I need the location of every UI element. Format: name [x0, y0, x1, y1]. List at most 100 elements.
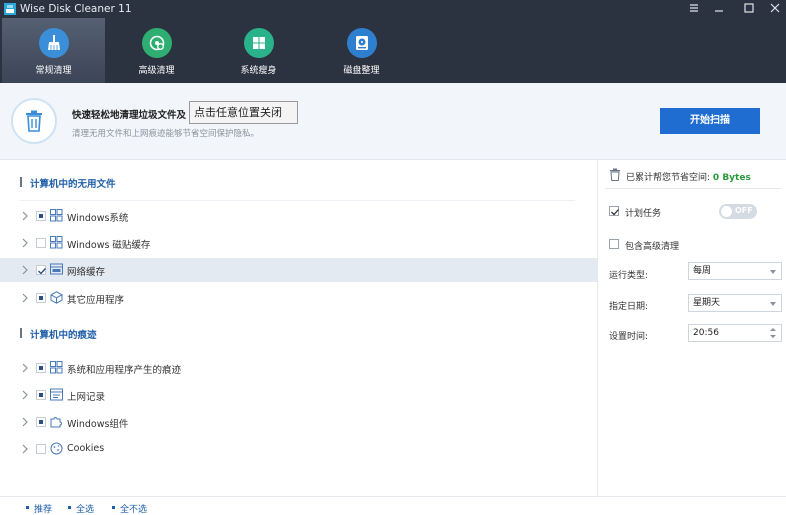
saved-space-value: 0 Bytes	[712, 173, 751, 183]
footer-bar: 推荐 全选 全不选	[0, 496, 786, 515]
chevron-right-icon[interactable]	[21, 238, 29, 248]
minimize-button[interactable]	[708, 1, 730, 17]
main-nav: 常规清理 高级清理 系统瘦身 磁盘整理	[0, 18, 786, 83]
item-label: 网络缓存	[67, 267, 106, 278]
nav-tab-label: 高级清理	[138, 66, 175, 76]
chevron-right-icon[interactable]	[21, 417, 29, 427]
divider	[20, 200, 575, 201]
time-value: 20:56	[693, 328, 719, 338]
item-checkbox[interactable]	[36, 293, 46, 303]
web-cache-icon	[50, 263, 63, 275]
list-item[interactable]: 其它应用程序	[0, 286, 597, 310]
time-input[interactable]: 20:56	[688, 324, 782, 342]
toggle-knob	[721, 206, 732, 217]
list-item[interactable]: 上网记录	[0, 383, 597, 407]
browser-history-icon	[50, 388, 63, 401]
nav-tab-label: 常规清理	[35, 66, 72, 76]
time-label: 设置时间:	[609, 332, 649, 342]
schedule-label: 计划任务	[625, 209, 662, 219]
list-item[interactable]: Cookies	[0, 437, 597, 461]
chevron-down-icon	[770, 302, 776, 306]
advanced-checkbox[interactable]	[609, 239, 619, 249]
spin-down-icon[interactable]	[770, 335, 776, 338]
item-label: Windows组件	[67, 419, 129, 430]
cookie-icon	[50, 442, 63, 455]
schedule-panel: 已累计帮您节省空间: 0 Bytes 计划任务 OFF 包含高级清理 运行类型:…	[599, 160, 786, 496]
section-title-junk: 计算机中的无用文件	[20, 176, 116, 190]
item-label: Windows 磁贴缓存	[67, 240, 151, 251]
item-checkbox[interactable]	[36, 363, 46, 373]
item-label: 其它应用程序	[67, 295, 125, 306]
header-title: 快速轻松地清理垃圾文件及	[72, 110, 187, 121]
item-checkbox[interactable]	[36, 211, 46, 221]
windows-grid-icon	[50, 209, 63, 222]
item-checkbox[interactable]	[36, 390, 46, 400]
list-item[interactable]: 系统和应用程序产生的痕迹	[0, 356, 597, 380]
item-checkbox[interactable]	[36, 417, 46, 427]
schedule-toggle[interactable]: OFF	[719, 204, 757, 219]
broom-icon	[39, 28, 69, 58]
trash-icon	[11, 98, 57, 144]
item-label: Windows系统	[67, 213, 129, 224]
list-item[interactable]: Windows组件	[0, 410, 597, 434]
list-item[interactable]: Windows系统	[0, 204, 597, 228]
start-scan-button[interactable]: 开始扫描	[660, 108, 760, 134]
package-icon	[50, 291, 63, 304]
nav-tab-advanced-clean[interactable]: 高级清理	[105, 18, 208, 83]
recommend-link[interactable]: 推荐	[26, 502, 52, 515]
chevron-right-icon[interactable]	[21, 293, 29, 303]
nav-tab-label: 系统瘦身	[240, 66, 277, 76]
nav-tab-system-slim[interactable]: 系统瘦身	[207, 18, 310, 83]
checkmark-icon	[38, 268, 47, 275]
clean-items-panel: 计算机中的无用文件 Windows系统 Windows 磁贴缓存 网络缓存 其它…	[0, 160, 598, 496]
nav-tab-regular-clean[interactable]: 常规清理	[2, 18, 105, 83]
nav-tab-defrag[interactable]: 磁盘整理	[310, 18, 413, 83]
puzzle-icon	[50, 417, 62, 428]
disk-defrag-icon	[347, 28, 377, 58]
spin-up-icon[interactable]	[770, 328, 776, 331]
trash-small-icon	[610, 168, 620, 181]
divider	[605, 188, 781, 189]
chevron-right-icon[interactable]	[21, 265, 29, 275]
chevron-right-icon[interactable]	[21, 363, 29, 373]
app-logo-icon	[4, 3, 16, 15]
close-button[interactable]	[764, 1, 786, 17]
disk-search-icon	[142, 28, 172, 58]
checkmark-icon	[611, 209, 619, 216]
date-select[interactable]: 星期天	[688, 294, 782, 312]
saved-space-label: 已累计帮您节省空间:	[626, 173, 711, 183]
run-type-label: 运行类型:	[609, 271, 649, 281]
menu-button[interactable]	[683, 1, 705, 17]
advanced-label: 包含高级清理	[625, 242, 680, 252]
maximize-button[interactable]	[738, 1, 760, 17]
top-bar: Wise Disk Cleaner 11 常规清理 高级清理 系统瘦身 磁盘整理	[0, 0, 786, 83]
tiles-icon	[50, 236, 63, 249]
list-item[interactable]: 网络缓存	[0, 258, 597, 282]
window-title: Wise Disk Cleaner 11	[20, 3, 132, 15]
select-all-link[interactable]: 全选	[68, 502, 94, 515]
windows-icon	[244, 28, 274, 58]
section-title-traces: 计算机中的痕迹	[20, 327, 97, 341]
app-window: Wise Disk Cleaner 11 常规清理 高级清理 系统瘦身 磁盘整理…	[0, 0, 786, 515]
schedule-checkbox[interactable]	[609, 206, 619, 216]
title-bar: Wise Disk Cleaner 11	[0, 0, 786, 18]
windows-grid-icon	[50, 361, 63, 374]
list-item[interactable]: Windows 磁贴缓存	[0, 231, 597, 255]
header-subtitle: 清理无用文件和上网痕迹能够节省空间保护隐私。	[72, 129, 260, 139]
date-label: 指定日期:	[609, 302, 649, 312]
chevron-down-icon	[770, 270, 776, 274]
run-type-value: 每周	[693, 266, 712, 276]
nav-tab-label: 磁盘整理	[343, 66, 380, 76]
item-label: Cookies	[67, 443, 105, 454]
toggle-text: OFF	[735, 206, 753, 215]
item-checkbox[interactable]	[36, 265, 47, 275]
chevron-right-icon[interactable]	[21, 211, 29, 221]
dismiss-tooltip[interactable]: 点击任意位置关闭	[189, 101, 298, 124]
item-checkbox[interactable]	[36, 238, 46, 248]
item-label: 上网记录	[67, 392, 106, 403]
chevron-right-icon[interactable]	[21, 390, 29, 400]
item-checkbox[interactable]	[36, 444, 46, 454]
run-type-select[interactable]: 每周	[688, 262, 782, 280]
select-none-link[interactable]: 全不选	[112, 502, 147, 515]
chevron-right-icon[interactable]	[21, 444, 29, 454]
